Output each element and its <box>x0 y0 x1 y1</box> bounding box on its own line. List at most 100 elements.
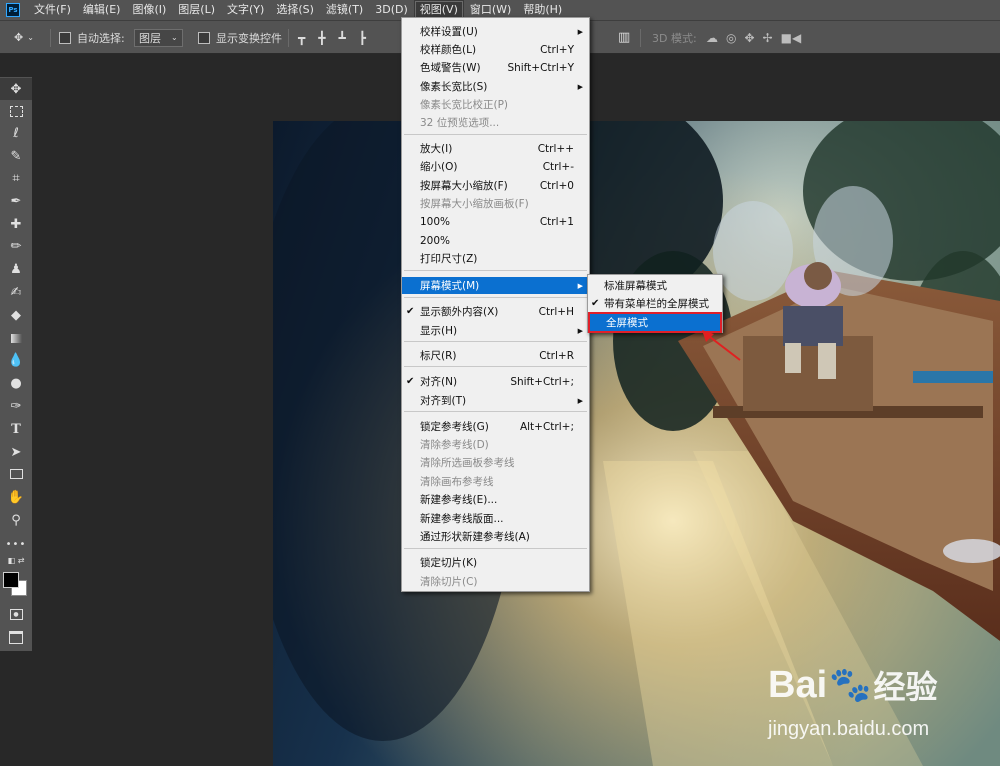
align-bottom-icon[interactable]: ┻ <box>338 31 345 45</box>
crop-tool-icon[interactable]: ⌗ <box>0 167 32 189</box>
menu-type[interactable]: 文字(Y) <box>221 0 270 20</box>
menu-item-clear-canvas-guides: 清除画布参考线 <box>420 476 494 488</box>
pen-tool-icon[interactable]: ✑ <box>0 395 32 417</box>
roll-3d-icon[interactable]: ◎ <box>726 31 736 45</box>
dodge-tool-icon[interactable]: ● <box>0 372 32 394</box>
eraser-tool-icon[interactable]: ◆ <box>0 304 32 326</box>
auto-align-layers-icon[interactable]: ▥ <box>618 21 630 54</box>
submenu-arrow-icon: ▶ <box>577 281 583 290</box>
history-brush-tool-icon[interactable]: ✍ <box>0 281 32 303</box>
path-selection-tool-icon[interactable]: ➤ <box>0 441 32 463</box>
menu-item-rulers[interactable]: 标尺(R) Ctrl+R <box>402 347 589 364</box>
lasso-tool-icon[interactable]: ℓ <box>0 122 32 144</box>
menu-layer[interactable]: 图层(L) <box>172 0 221 20</box>
checkmark-icon: ✔ <box>406 306 415 317</box>
clone-stamp-tool-icon[interactable]: ♟ <box>0 258 32 280</box>
drag-3d-icon[interactable]: ✥ <box>744 31 754 45</box>
eyedropper-tool-icon[interactable]: ✒ <box>0 190 32 212</box>
submenu-arrow-icon: ▶ <box>577 396 583 405</box>
menu-item-zoom-in[interactable]: 放大(I) Ctrl++ <box>402 140 589 157</box>
menu-image[interactable]: 图像(I) <box>126 0 172 20</box>
baidu-logo: Bai 🐾 经验 <box>768 662 938 708</box>
menu-item-fit-on-screen[interactable]: 按屏幕大小缩放(F) Ctrl+0 <box>402 177 589 194</box>
more-tools-icon[interactable]: ••• <box>0 533 32 555</box>
align-vertical-center-icon[interactable]: ╋ <box>318 31 325 45</box>
submenu-arrow-icon: ▶ <box>577 326 583 335</box>
auto-select-target-value: 图层 <box>139 31 161 45</box>
quick-selection-tool-icon[interactable]: ✎ <box>0 145 32 167</box>
type-tool-icon[interactable]: T <box>0 418 32 440</box>
menu-item-100-percent[interactable]: 100% Ctrl+1 <box>402 213 589 230</box>
orbit-3d-icon[interactable]: ☁ <box>706 31 718 45</box>
menu-item-screen-mode[interactable]: 屏幕模式(M) ▶ <box>402 277 589 294</box>
chevron-down-icon: ⌄ <box>171 33 178 42</box>
checkbox-box <box>59 31 71 44</box>
baidu-suffix-text: 经验 <box>873 668 938 706</box>
zoom-tool-icon[interactable]: ⚲ <box>0 509 32 531</box>
menu-item-show[interactable]: 显示(H) ▶ <box>402 322 589 339</box>
menu-item-zoom-out[interactable]: 缩小(O) Ctrl+- <box>402 158 589 175</box>
checkmark-icon: ✔ <box>591 298 600 309</box>
menu-item-lock-slices[interactable]: 锁定切片(K) <box>402 554 589 571</box>
paw-icon: 🐾 <box>829 665 872 705</box>
menu-file[interactable]: 文件(F) <box>28 0 77 20</box>
menu-item-clear-guides: 清除参考线(D) <box>420 439 489 451</box>
menu-item-gamut-warning[interactable]: 色域警告(W) Shift+Ctrl+Y <box>402 59 589 76</box>
menu-item-32bit-preview: 32 位预览选项... <box>420 117 500 129</box>
view-menu-dropdown: 校样设置(U) ▶ 校样颜色(L) Ctrl+Y 色域警告(W) Shift+Ctrl… <box>401 17 590 592</box>
screen-mode-submenu: 标准屏幕模式 ✔ 带有菜单栏的全屏模式 全屏模式 <box>587 274 723 333</box>
3d-mode-buttons: ☁ ◎ ✥ ✢ ■◀ <box>706 21 801 54</box>
photoshop-logo[interactable]: Ps <box>6 3 20 17</box>
checkbox-box <box>198 31 210 44</box>
submenu-item-full-screen-with-menu[interactable]: ✔ 带有菜单栏的全屏模式 <box>588 295 722 312</box>
default-colors-icon[interactable]: ◧ ⇄ <box>0 553 32 567</box>
rectangle-tool-icon[interactable] <box>0 463 32 485</box>
foreground-color-swatch[interactable] <box>3 572 19 588</box>
menu-item-proof-colors[interactable]: 校样颜色(L) Ctrl+Y <box>402 41 589 58</box>
align-buttons: ┳ ╋ ┻ ┣ <box>298 21 366 54</box>
submenu-item-standard-screen[interactable]: 标准屏幕模式 <box>588 277 722 294</box>
healing-brush-tool-icon[interactable]: ✚ <box>0 213 32 235</box>
slide-3d-icon[interactable]: ✢ <box>763 31 773 45</box>
mode-3d-label: 3D 模式: <box>652 31 697 45</box>
menu-item-lock-guides[interactable]: 锁定参考线(G) Alt+Ctrl+; <box>402 418 589 435</box>
hand-tool-icon[interactable]: ✋ <box>0 486 32 508</box>
menu-item-new-guide[interactable]: 新建参考线(E)... <box>402 491 589 508</box>
menu-item-200-percent[interactable]: 200% <box>402 232 589 249</box>
menu-edit[interactable]: 编辑(E) <box>77 0 127 20</box>
submenu-arrow-icon: ▶ <box>577 82 583 91</box>
show-transform-controls-checkbox[interactable]: 显示变换控件 <box>198 21 282 54</box>
menu-item-print-size[interactable]: 打印尺寸(Z) <box>402 250 589 267</box>
menu-item-new-guide-layout[interactable]: 新建参考线版面... <box>402 510 589 527</box>
auto-select-target-dropdown[interactable]: 图层 ⌄ <box>134 21 183 54</box>
move-tool-preset-picker[interactable]: ✥ ⌄ <box>14 21 34 54</box>
blur-tool-icon[interactable]: 💧 <box>0 349 32 371</box>
gradient-tool-icon[interactable] <box>0 327 32 349</box>
brush-tool-icon[interactable]: ✏ <box>0 235 32 257</box>
camera-3d-icon[interactable]: ■◀ <box>781 31 802 45</box>
menu-filter[interactable]: 滤镜(T) <box>320 0 369 20</box>
align-top-icon[interactable]: ┳ <box>298 31 305 45</box>
baidu-brand-text: Bai <box>768 663 828 706</box>
menu-item-guides-from-shape[interactable]: 通过形状新建参考线(A) <box>402 528 589 545</box>
menu-item-fit-artboard: 按屏幕大小缩放画板(F) <box>420 198 529 210</box>
menu-item-snap-to[interactable]: 对齐到(T) ▶ <box>402 392 589 409</box>
move-icon: ✥ <box>14 31 24 44</box>
menu-item-extras[interactable]: ✔ 显示额外内容(X) Ctrl+H <box>402 303 589 320</box>
screen-mode-icon[interactable] <box>0 626 32 648</box>
move-tool-icon[interactable]: ✥ <box>0 78 32 100</box>
menu-item-snap[interactable]: ✔ 对齐(N) Shift+Ctrl+; <box>402 373 589 390</box>
chevron-down-icon: ⌄ <box>27 33 34 42</box>
quick-mask-icon[interactable]: ● <box>0 603 32 625</box>
menu-select[interactable]: 选择(S) <box>270 0 320 20</box>
annotation-arrow <box>702 330 741 361</box>
tools-panel: ✥ ℓ ✎ ⌗ ✒ ✚ ✏ ♟ ✍ ◆ 💧 ● ✑ T ➤ ✋ ⚲ ••• ◧ … <box>0 77 32 651</box>
menu-item-pixel-aspect-ratio[interactable]: 像素长宽比(S) ▶ <box>402 78 589 95</box>
submenu-arrow-icon: ▶ <box>577 27 583 36</box>
baidu-watermark: Bai 🐾 经验 jingyan.baidu.com <box>768 662 994 750</box>
menu-item-clear-artboard-guides: 清除所选画板参考线 <box>420 457 515 469</box>
align-left-icon[interactable]: ┣ <box>359 31 366 45</box>
menu-item-proof-setup[interactable]: 校样设置(U) ▶ <box>402 23 589 40</box>
auto-select-checkbox[interactable]: 自动选择: <box>59 21 125 54</box>
marquee-tool-icon[interactable] <box>0 100 32 122</box>
